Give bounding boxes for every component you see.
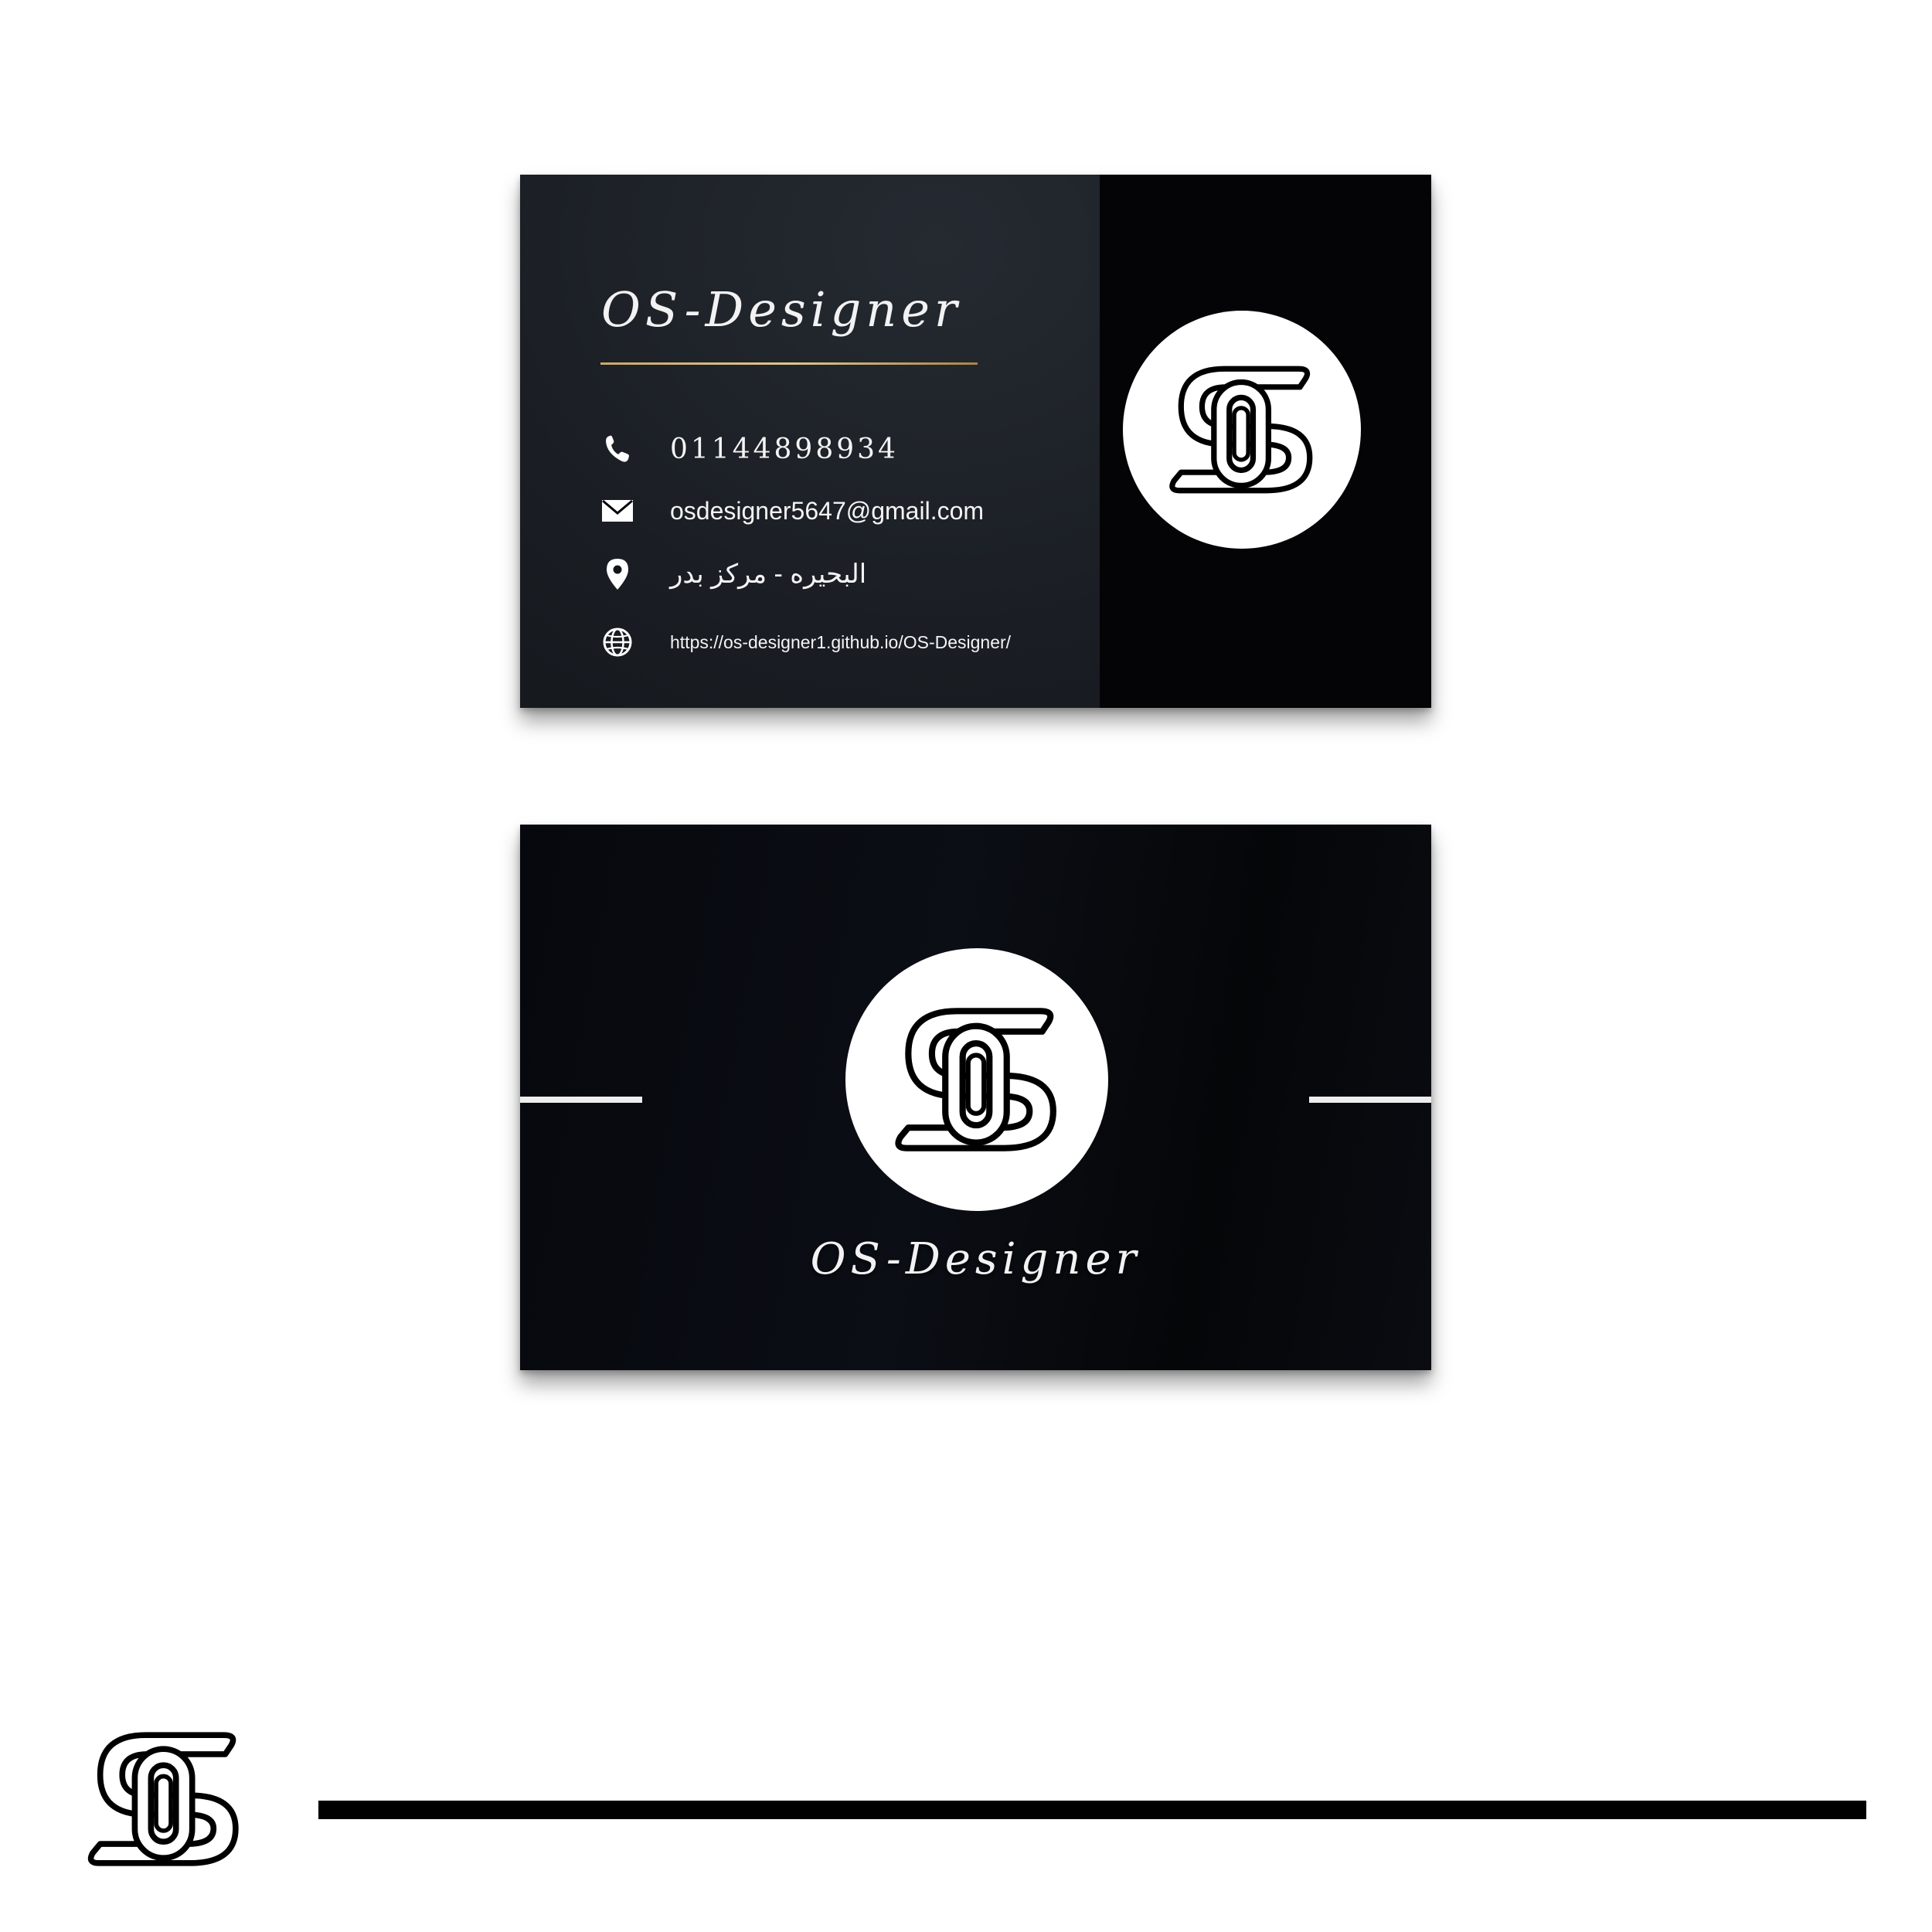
globe-icon [600, 625, 634, 659]
back-divider-left [520, 1097, 642, 1103]
email-address[interactable]: osdesigner5647@gmail.com [670, 497, 984, 526]
contact-phone: 01144898934 [600, 430, 899, 468]
os-monogram-logo [1161, 356, 1323, 503]
phone-icon [600, 432, 634, 466]
front-logo-circle [1123, 311, 1361, 549]
envelope-icon [600, 494, 634, 528]
back-brand-title: OS-Designer [810, 1234, 1141, 1284]
footer-divider [318, 1801, 1866, 1819]
back-logo-circle [845, 948, 1108, 1211]
front-brand-title: OS-Designer [601, 281, 962, 338]
gold-divider [600, 362, 978, 365]
contact-website: https://os-designer1.github.io/OS-Design… [600, 623, 1011, 662]
back-divider-right [1309, 1097, 1431, 1103]
card-front: OS-Designer 01144898934 osdesigner5647@g… [520, 175, 1431, 708]
contact-address: البحيره - مركز بدر [600, 555, 866, 594]
phone-number: 01144898934 [670, 433, 899, 465]
business-card-mockup: OS-Designer 01144898934 osdesigner5647@g… [0, 0, 1932, 1932]
footer-os-logo [77, 1722, 251, 1876]
os-monogram-logo [886, 997, 1068, 1162]
location-pin-icon [600, 557, 634, 591]
website-url[interactable]: https://os-designer1.github.io/OS-Design… [670, 632, 1011, 653]
card-back: OS-Designer [520, 825, 1431, 1370]
contact-email: osdesigner5647@gmail.com [600, 492, 984, 530]
address-text: البحيره - مركز بدر [670, 560, 867, 589]
